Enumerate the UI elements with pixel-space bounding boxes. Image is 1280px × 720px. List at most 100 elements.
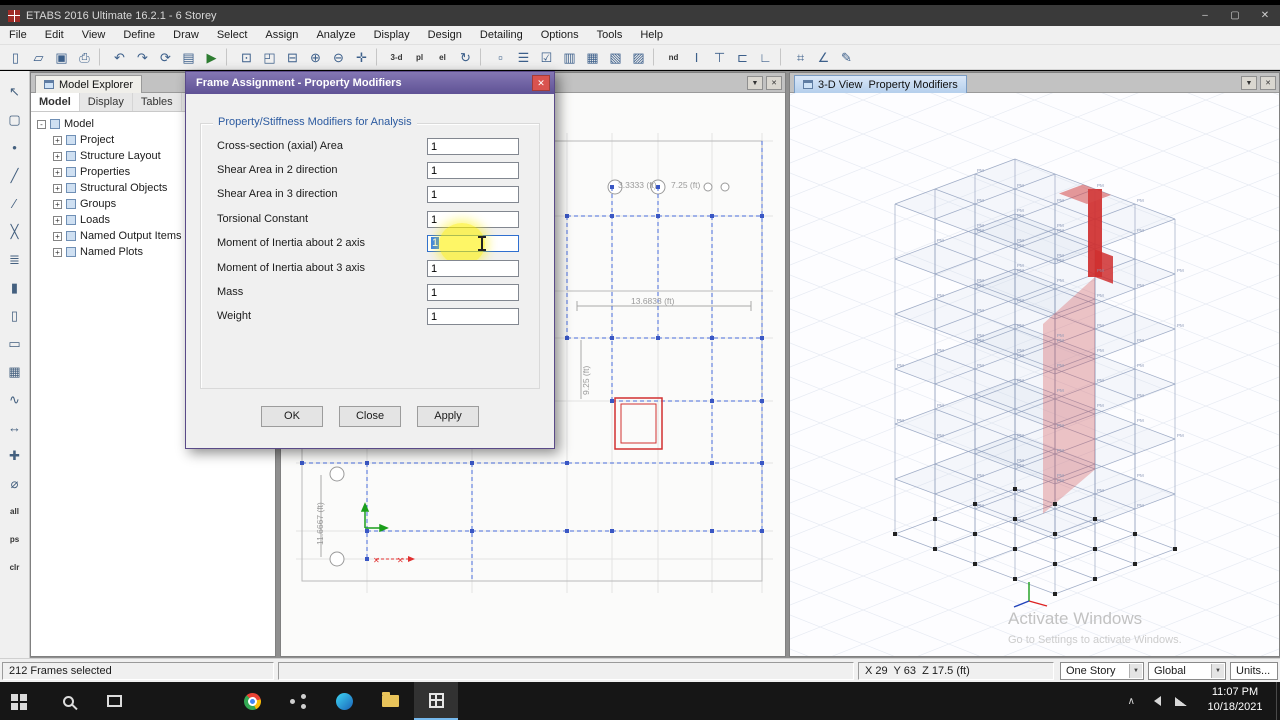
shear-area-3-input[interactable] bbox=[427, 186, 519, 203]
refresh-window-icon[interactable]: ⟳ bbox=[155, 47, 176, 68]
file-explorer-button[interactable] bbox=[368, 682, 412, 720]
pan-icon[interactable]: ✛ bbox=[351, 47, 372, 68]
menu-select[interactable]: Select bbox=[208, 26, 257, 45]
previous-selection-icon[interactable]: ps bbox=[3, 527, 27, 551]
channel-section-icon[interactable]: ⊏ bbox=[732, 47, 753, 68]
window-close-icon[interactable]: ✕ bbox=[766, 76, 782, 90]
show-desktop-button[interactable] bbox=[1276, 682, 1280, 720]
new-model-icon[interactable]: ▯ bbox=[5, 47, 26, 68]
menu-options[interactable]: Options bbox=[532, 26, 588, 45]
maximize-button[interactable]: ▢ bbox=[1220, 5, 1250, 26]
previous-zoom-icon[interactable]: ⊟ bbox=[282, 47, 303, 68]
select-pointer-icon[interactable]: ↖ bbox=[3, 79, 27, 103]
tab-tables[interactable]: Tables bbox=[132, 93, 182, 111]
volume-icon[interactable] bbox=[1149, 696, 1161, 706]
expand-icon[interactable] bbox=[53, 167, 62, 177]
paint-properties-icon[interactable]: ▧ bbox=[605, 47, 626, 68]
restore-full-view-icon[interactable]: ◰ bbox=[259, 47, 280, 68]
draw-options-icon[interactable]: ✎ bbox=[836, 47, 857, 68]
node-display-icon[interactable]: nd bbox=[663, 47, 684, 68]
close-button[interactable]: ✕ bbox=[1250, 5, 1280, 26]
show-selection-icon[interactable]: ☑ bbox=[536, 47, 557, 68]
toolbar-separator[interactable] bbox=[99, 48, 105, 66]
menu-assign[interactable]: Assign bbox=[256, 26, 307, 45]
moment-inertia-3-input[interactable] bbox=[427, 260, 519, 277]
view-3d-icon[interactable]: 3-d bbox=[386, 47, 407, 68]
model-explorer-tab[interactable]: Model Explorer bbox=[35, 75, 142, 93]
menu-define[interactable]: Define bbox=[114, 26, 164, 45]
assign-frame-icon[interactable]: ▥ bbox=[559, 47, 580, 68]
dropdown-arrow-icon[interactable]: ▼ bbox=[1211, 664, 1224, 678]
print-icon[interactable]: ⎙ bbox=[74, 47, 95, 68]
view-3d-canvas[interactable]: PM PM PM PM PM PM PM PM PM PM PM PM PM PM PM PM PM PM PM PM… bbox=[790, 93, 1279, 656]
undo-icon[interactable]: ↶ bbox=[109, 47, 130, 68]
menu-file[interactable]: File bbox=[0, 26, 36, 45]
menu-view[interactable]: View bbox=[73, 26, 115, 45]
units-selector[interactable]: Units... bbox=[1230, 662, 1278, 680]
menu-draw[interactable]: Draw bbox=[164, 26, 208, 45]
section-cut-icon[interactable]: ▨ bbox=[628, 47, 649, 68]
select-window-icon[interactable]: ▢ bbox=[3, 107, 27, 131]
quick-draw-floor-icon[interactable]: ▦ bbox=[3, 359, 27, 383]
tab-display[interactable]: Display bbox=[79, 93, 133, 111]
toolbar-separator[interactable] bbox=[480, 48, 486, 66]
quick-draw-brace-icon[interactable]: ╳ bbox=[3, 219, 27, 243]
draw-wall-icon[interactable]: ▮ bbox=[3, 275, 27, 299]
lock-model-icon[interactable]: ▤ bbox=[178, 47, 199, 68]
mass-input[interactable] bbox=[427, 284, 519, 301]
window-close-icon[interactable]: ✕ bbox=[1260, 76, 1276, 90]
expand-icon[interactable] bbox=[53, 135, 62, 145]
toolbar-separator[interactable] bbox=[780, 48, 786, 66]
tee-section-icon[interactable]: ⊤ bbox=[709, 47, 730, 68]
toolbar-separator[interactable] bbox=[653, 48, 659, 66]
dropdown-arrow-icon[interactable]: ▼ bbox=[1129, 664, 1142, 678]
menu-design[interactable]: Design bbox=[419, 26, 471, 45]
angle-section-icon[interactable]: ∟ bbox=[755, 47, 776, 68]
object-shrink-icon[interactable]: ▫ bbox=[490, 47, 511, 68]
draw-dimension-icon[interactable]: ↔ bbox=[3, 415, 27, 439]
draw-link-icon[interactable]: ∿ bbox=[3, 387, 27, 411]
menu-help[interactable]: Help bbox=[631, 26, 672, 45]
taskbar-clock[interactable]: 11:07 PM 10/18/2021 bbox=[1198, 685, 1272, 715]
dialog-close-button[interactable]: ✕ bbox=[532, 75, 550, 91]
menu-tools[interactable]: Tools bbox=[588, 26, 632, 45]
zoom-out-icon[interactable]: ⊖ bbox=[328, 47, 349, 68]
draw-floor-icon[interactable]: ▭ bbox=[3, 331, 27, 355]
rotate-3d-view-icon[interactable]: ↻ bbox=[455, 47, 476, 68]
expand-icon[interactable] bbox=[53, 183, 62, 193]
dialog-title-bar[interactable]: Frame Assignment - Property Modifiers ✕ bbox=[186, 72, 554, 94]
window-menu-icon[interactable]: ▼ bbox=[747, 76, 763, 90]
edge-button[interactable] bbox=[322, 682, 366, 720]
minimize-button[interactable]: – bbox=[1190, 5, 1220, 26]
collapse-icon[interactable] bbox=[37, 119, 46, 129]
toolbar-separator[interactable] bbox=[376, 48, 382, 66]
quick-draw-secondary-beam-icon[interactable]: ≣ bbox=[3, 247, 27, 271]
draw-joint-icon[interactable]: • bbox=[3, 135, 27, 159]
draw-frame-icon[interactable]: ╱ bbox=[3, 163, 27, 187]
menu-edit[interactable]: Edit bbox=[36, 26, 73, 45]
select-all-icon[interactable]: all bbox=[3, 499, 27, 523]
view-3d-tab[interactable]: 3-D View Property Modifiers bbox=[794, 75, 967, 93]
start-button[interactable] bbox=[0, 682, 44, 720]
torsional-constant-input[interactable] bbox=[427, 211, 519, 228]
expand-icon[interactable] bbox=[53, 231, 62, 241]
clear-selection-icon[interactable]: clr bbox=[3, 555, 27, 579]
i-section-icon[interactable]: I bbox=[686, 47, 707, 68]
shear-area-2-input[interactable] bbox=[427, 162, 519, 179]
redo-icon[interactable]: ↷ bbox=[132, 47, 153, 68]
toolbar-separator[interactable] bbox=[226, 48, 232, 66]
tray-expand-icon[interactable]: ∧ bbox=[1128, 696, 1135, 707]
menu-detailing[interactable]: Detailing bbox=[471, 26, 532, 45]
open-model-icon[interactable]: ▱ bbox=[28, 47, 49, 68]
measure-icon[interactable]: ⌀ bbox=[3, 471, 27, 495]
plan-view-icon[interactable]: pl bbox=[409, 47, 430, 68]
expand-icon[interactable] bbox=[53, 151, 62, 161]
axial-area-input[interactable] bbox=[427, 138, 519, 155]
display-options-icon[interactable]: ☰ bbox=[513, 47, 534, 68]
weight-input[interactable] bbox=[427, 308, 519, 325]
menu-analyze[interactable]: Analyze bbox=[307, 26, 364, 45]
snap-grid-icon[interactable]: ⌗ bbox=[790, 47, 811, 68]
close-button[interactable]: Close bbox=[339, 406, 401, 427]
quick-draw-wall-icon[interactable]: ▯ bbox=[3, 303, 27, 327]
quick-draw-frame-icon[interactable]: ∕ bbox=[3, 191, 27, 215]
